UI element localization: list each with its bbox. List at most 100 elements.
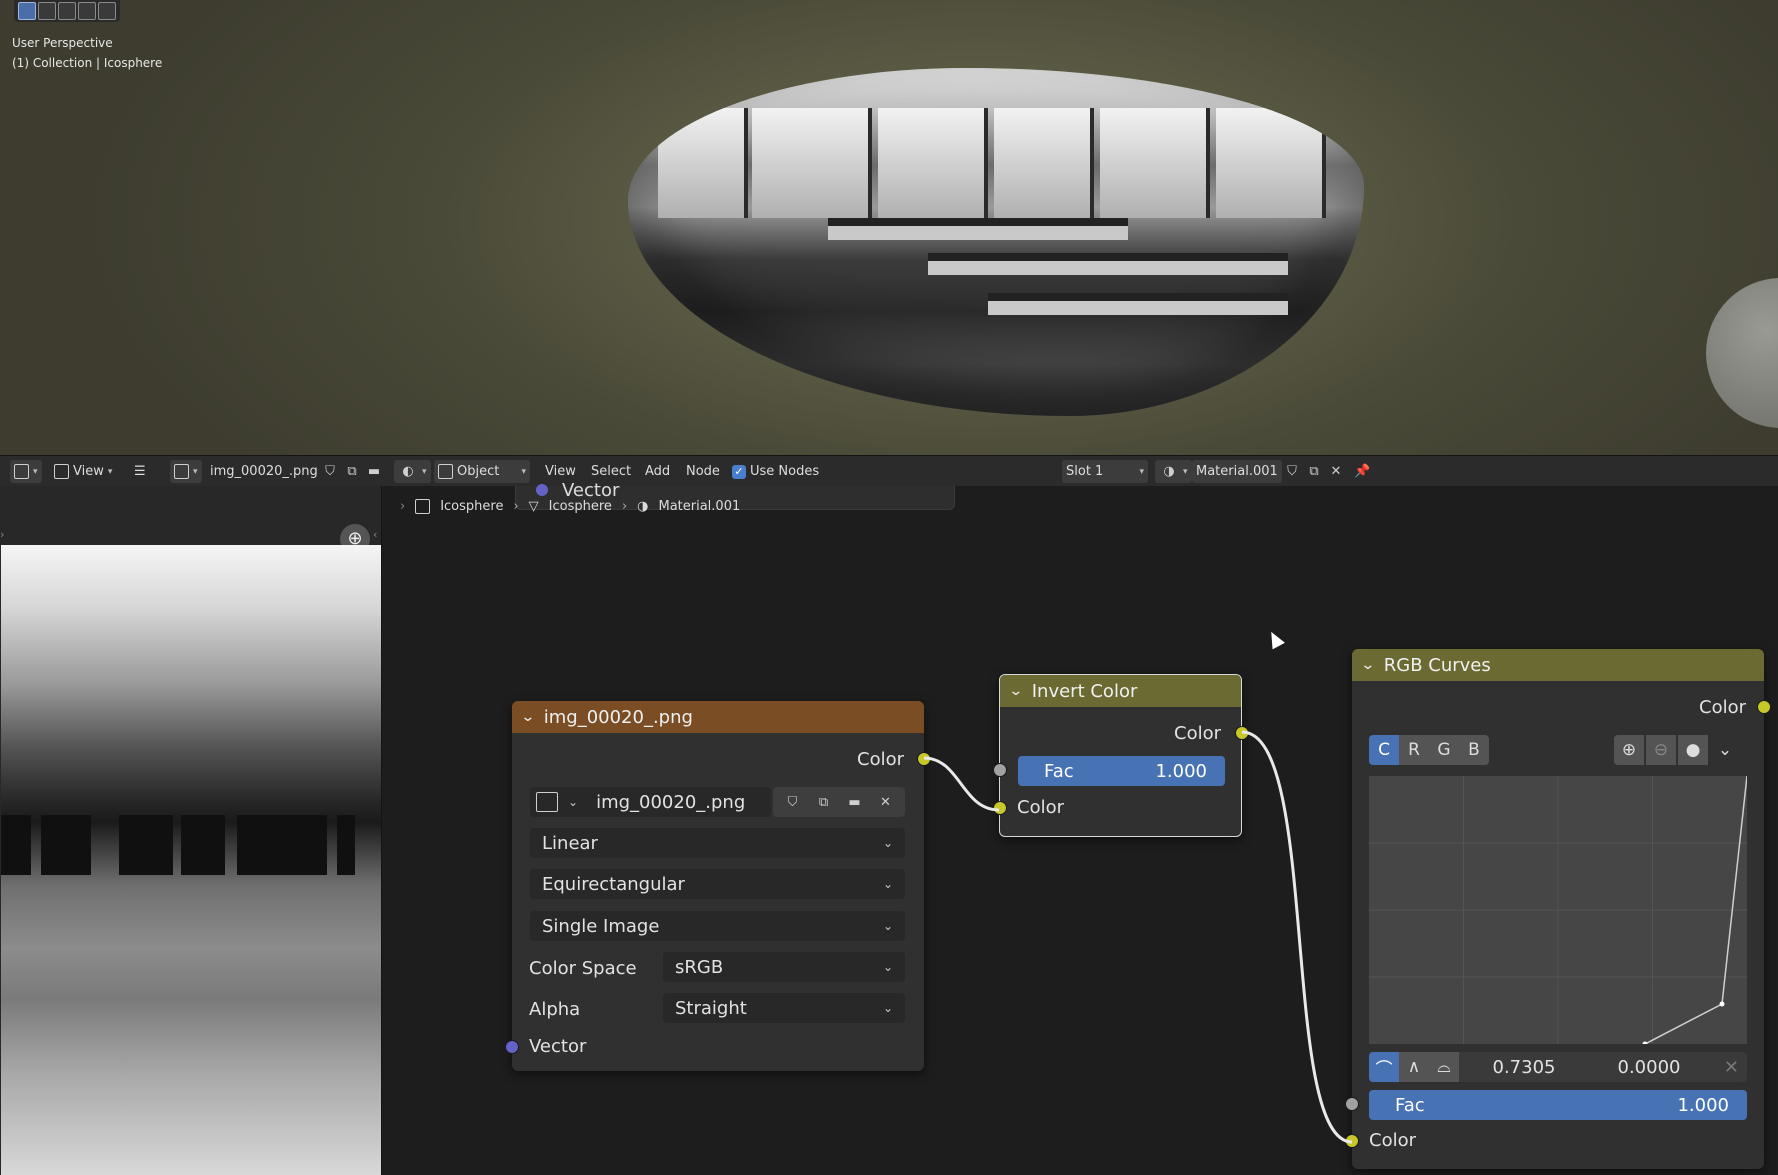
chevron-down-icon[interactable]: ⌄ — [1710, 735, 1740, 765]
shader-type-selector[interactable]: ◐ ▾ — [394, 460, 431, 483]
point-x-field[interactable]: 0.7305 — [1459, 1057, 1589, 1078]
handle-auto-icon[interactable]: ⌒ — [1369, 1052, 1399, 1082]
point-y-field[interactable]: 0.0000 — [1589, 1057, 1709, 1078]
node-header[interactable]: ⌄ Invert Color — [1000, 675, 1241, 707]
3d-viewport[interactable]: User Perspective (1) Collection | Icosph… — [0, 0, 1778, 455]
material-browse-button[interactable]: ◑ ▾ — [1155, 460, 1192, 483]
color-space-dropdown[interactable]: sRGB ⌄ — [663, 952, 905, 982]
alpha-value: Straight — [675, 997, 747, 1019]
select-box-icon[interactable] — [18, 2, 36, 20]
folder-icon[interactable]: ▬ — [364, 462, 384, 482]
select-invert-icon[interactable] — [98, 2, 116, 20]
image-texture-node[interactable]: ⌄ img_00020_.png Color ⌄ img_00020_.png … — [505, 701, 931, 1071]
icosphere-object[interactable] — [628, 68, 1364, 416]
image-detail — [41, 815, 91, 875]
material-slot-dropdown[interactable]: Slot 1 ▾ — [1062, 460, 1148, 483]
chevron-down-icon: ⌄ — [882, 960, 893, 974]
image-datablock-field[interactable]: ⌄ img_00020_.png — [530, 787, 771, 817]
source-dropdown[interactable]: Single Image ⌄ — [530, 911, 905, 941]
channel-tabs: C R G B — [1369, 735, 1489, 765]
duplicate-icon[interactable]: ⧉ — [342, 462, 362, 482]
breadcrumb-object[interactable]: Icosphere — [440, 499, 503, 514]
breadcrumb-separator-icon: › — [513, 499, 519, 514]
handle-clamped-icon[interactable]: ⌓ — [1429, 1052, 1459, 1082]
output-color-socket[interactable] — [1757, 700, 1771, 714]
input-color-socket[interactable] — [1345, 1134, 1359, 1148]
input-fac-socket[interactable] — [993, 763, 1007, 777]
fac-slider[interactable]: Fac 1.000 — [1018, 756, 1225, 786]
fake-user-shield-icon[interactable]: ⛉ — [1282, 462, 1302, 482]
folder-icon[interactable]: ▬ — [845, 792, 865, 812]
sphere-object[interactable] — [1706, 278, 1778, 428]
output-color-socket[interactable] — [917, 752, 931, 766]
fac-slider[interactable]: Fac 1.000 — [1369, 1090, 1747, 1120]
object-mode-dropdown[interactable]: Object ▾ — [434, 460, 530, 483]
curve-graph[interactable] — [1369, 776, 1747, 1044]
node-header[interactable]: ⌄ img_00020_.png — [512, 701, 924, 733]
menu-node[interactable]: Node — [682, 460, 724, 483]
channel-tab-b[interactable]: B — [1459, 735, 1489, 765]
breadcrumb-material[interactable]: Material.001 — [658, 499, 740, 514]
handle-vector-icon[interactable]: ∧ — [1399, 1052, 1429, 1082]
image-preview[interactable] — [1, 545, 381, 1175]
sidebar-collapse-icon[interactable]: ‹ — [373, 528, 377, 541]
select-mode-toolbar[interactable] — [14, 0, 120, 22]
select-new-icon[interactable] — [38, 2, 56, 20]
collapse-chevron-icon[interactable]: ⌄ — [520, 709, 535, 725]
image-detail — [181, 815, 225, 875]
use-nodes-checkbox[interactable]: ✓ Use Nodes — [728, 460, 823, 483]
material-name-label: Material.001 — [1196, 464, 1278, 479]
fake-user-shield-icon[interactable]: ⛉ — [783, 792, 803, 812]
image-view-menu[interactable]: View ▾ — [50, 460, 116, 483]
zoom-out-icon[interactable]: ⊖ — [1646, 735, 1676, 765]
close-icon[interactable]: ✕ — [1326, 462, 1346, 482]
select-subtract-icon[interactable] — [78, 2, 96, 20]
image-name-field[interactable]: img_00020_.png — [206, 460, 322, 483]
image-browse-button[interactable]: ▾ — [170, 460, 202, 483]
pin-icon[interactable]: 📌 — [1350, 460, 1374, 483]
image-detail — [1, 815, 31, 875]
node-header[interactable]: ⌄ RGB Curves — [1352, 649, 1764, 681]
delete-point-icon[interactable]: ✕ — [1724, 1057, 1747, 1078]
viewport-collection-label: (1) Collection | Icosphere — [12, 56, 163, 70]
material-name-field[interactable]: Material.001 — [1192, 460, 1282, 483]
collapse-chevron-icon[interactable]: ⌄ — [1360, 657, 1375, 673]
channel-tab-r[interactable]: R — [1399, 735, 1429, 765]
interpolation-dropdown[interactable]: Linear ⌄ — [530, 828, 905, 858]
hamburger-icon[interactable]: ☰ — [130, 460, 150, 483]
fac-value: 1.000 — [1677, 1094, 1729, 1116]
curve-tools-icon[interactable]: ● — [1678, 735, 1708, 765]
select-extend-icon[interactable] — [58, 2, 76, 20]
editor-type-selector[interactable]: ▾ — [10, 460, 42, 483]
material-sphere-icon: ◑ — [637, 499, 649, 514]
zoom-in-icon[interactable]: ⊕ — [1614, 735, 1644, 765]
input-fac-socket[interactable] — [1345, 1097, 1359, 1111]
channel-tab-g[interactable]: G — [1429, 735, 1459, 765]
input-color-label: Color — [1017, 797, 1064, 818]
input-vector-socket[interactable] — [505, 1040, 519, 1054]
window-pane — [1216, 108, 1326, 218]
breadcrumb-mesh[interactable]: Icosphere — [549, 499, 612, 514]
alpha-dropdown[interactable]: Straight ⌄ — [663, 993, 905, 1023]
fac-label: Fac — [1044, 760, 1074, 782]
projection-dropdown[interactable]: Equirectangular ⌄ — [530, 869, 905, 899]
sidebar-toggle-icon[interactable]: › — [0, 528, 4, 541]
image-name-label: img_00020_.png — [596, 791, 746, 813]
vector-socket[interactable] — [536, 484, 548, 496]
invert-color-node[interactable]: ⌄ Invert Color Color Fac 1.000 Color — [993, 674, 1249, 837]
channel-tab-c[interactable]: C — [1369, 735, 1399, 765]
fake-user-shield-icon[interactable]: ⛉ — [320, 462, 340, 482]
close-icon[interactable]: ✕ — [876, 792, 896, 812]
node-title: Invert Color — [1031, 680, 1138, 702]
duplicate-icon[interactable]: ⧉ — [1304, 462, 1324, 482]
menu-add[interactable]: Add — [641, 460, 674, 483]
chevron-down-icon: ⌄ — [882, 877, 893, 891]
output-color-label: Color — [1174, 722, 1221, 744]
collapse-chevron-icon[interactable]: ⌄ — [1008, 683, 1023, 699]
input-color-socket[interactable] — [993, 801, 1007, 815]
node-title: RGB Curves — [1383, 654, 1491, 676]
rgb-curves-node[interactable]: ⌄ RGB Curves Color C R G B ⊕ ⊖ ● ⌄ ⌒ ∧ ⌓ — [1345, 649, 1771, 1169]
duplicate-icon[interactable]: ⧉ — [814, 792, 834, 812]
output-color-row: Color — [1000, 718, 1241, 748]
output-color-socket[interactable] — [1235, 726, 1249, 740]
